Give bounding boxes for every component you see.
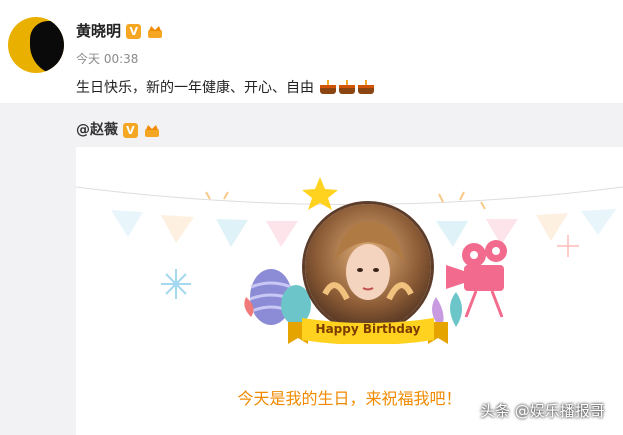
pennant-flag: [111, 210, 143, 237]
post-text: 生日快乐，新的一年健康、开心、自由: [76, 80, 314, 96]
author-avatar[interactable]: [8, 17, 64, 73]
pennant-flag: [536, 213, 568, 241]
repost-section: @赵薇 V Happy Birthday 今天是我的生日，来祝福我吧！: [0, 103, 623, 435]
post-time: 今天 00:38: [76, 52, 139, 66]
pennant-flag: [216, 219, 248, 247]
post-content: 生日快乐，新的一年健康、开心、自由: [76, 77, 375, 97]
pennant-flag: [486, 219, 518, 245]
mention-row: @赵薇 V: [76, 119, 161, 139]
ribbon-label: Happy Birthday: [315, 322, 421, 336]
cake-emoji-icon: [358, 80, 375, 94]
pennant-flag: [436, 221, 468, 247]
sparkle-icon: [557, 235, 579, 257]
sparkle-icon: [161, 269, 191, 299]
pennant-flag: [581, 209, 616, 235]
member-crown-icon: [144, 124, 159, 137]
mention-link[interactable]: @赵薇: [76, 122, 118, 138]
weibo-post: 黄晓明 V 今天 00:38 生日快乐，新的一年健康、开心、自由: [0, 0, 623, 103]
cake-emoji-icon: [320, 80, 337, 94]
birthday-card[interactable]: Happy Birthday 今天是我的生日，来祝福我吧！: [76, 147, 623, 435]
author-name-row: 黄晓明 V: [76, 20, 164, 41]
cake-emoji-icon: [339, 80, 356, 94]
pennant-flag: [266, 221, 298, 247]
verified-badge: V: [126, 24, 142, 39]
pennant-flag: [161, 215, 194, 243]
member-crown-icon: [148, 26, 163, 38]
watermark: 头条 @娱乐播报哥: [480, 402, 605, 420]
author-name[interactable]: 黄晓明: [76, 22, 121, 40]
verified-badge: V: [122, 122, 138, 138]
star-icon: [302, 177, 338, 210]
